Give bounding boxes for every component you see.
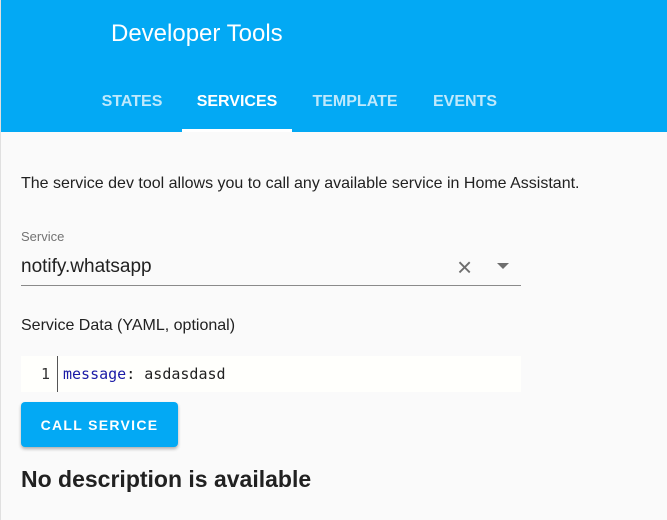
yaml-key: message — [63, 365, 127, 383]
editor-cursor — [57, 356, 58, 392]
tool-description: The service dev tool allows you to call … — [21, 175, 580, 192]
dropdown-arrow-icon[interactable] — [497, 263, 509, 269]
clear-icon[interactable]: × — [457, 252, 472, 283]
page-title: Developer Tools — [111, 20, 283, 47]
yaml-colon: : — [126, 365, 136, 383]
line-number: 1 — [41, 365, 51, 383]
tab-services[interactable]: SERVICES — [182, 93, 292, 132]
code-line[interactable]: message: asdasdasd — [63, 365, 226, 383]
tab-events[interactable]: EVENTS — [421, 93, 509, 132]
service-data-label: Service Data (YAML, optional) — [21, 317, 236, 334]
yaml-editor[interactable]: 1 message: asdasdasd — [21, 356, 521, 392]
service-input[interactable]: notify.whatsapp — [21, 256, 152, 278]
yaml-value: asdasdasd — [135, 365, 226, 383]
service-combobox[interactable]: notify.whatsapp × — [21, 250, 521, 286]
service-label: Service — [21, 229, 65, 244]
call-service-button[interactable]: CALL SERVICE — [21, 402, 178, 447]
no-description-heading: No description is available — [21, 466, 312, 492]
tab-states[interactable]: STATES — [91, 93, 173, 132]
app-header: Developer Tools STATES SERVICES TEMPLATE… — [1, 0, 667, 132]
tab-template[interactable]: TEMPLATE — [301, 93, 409, 132]
